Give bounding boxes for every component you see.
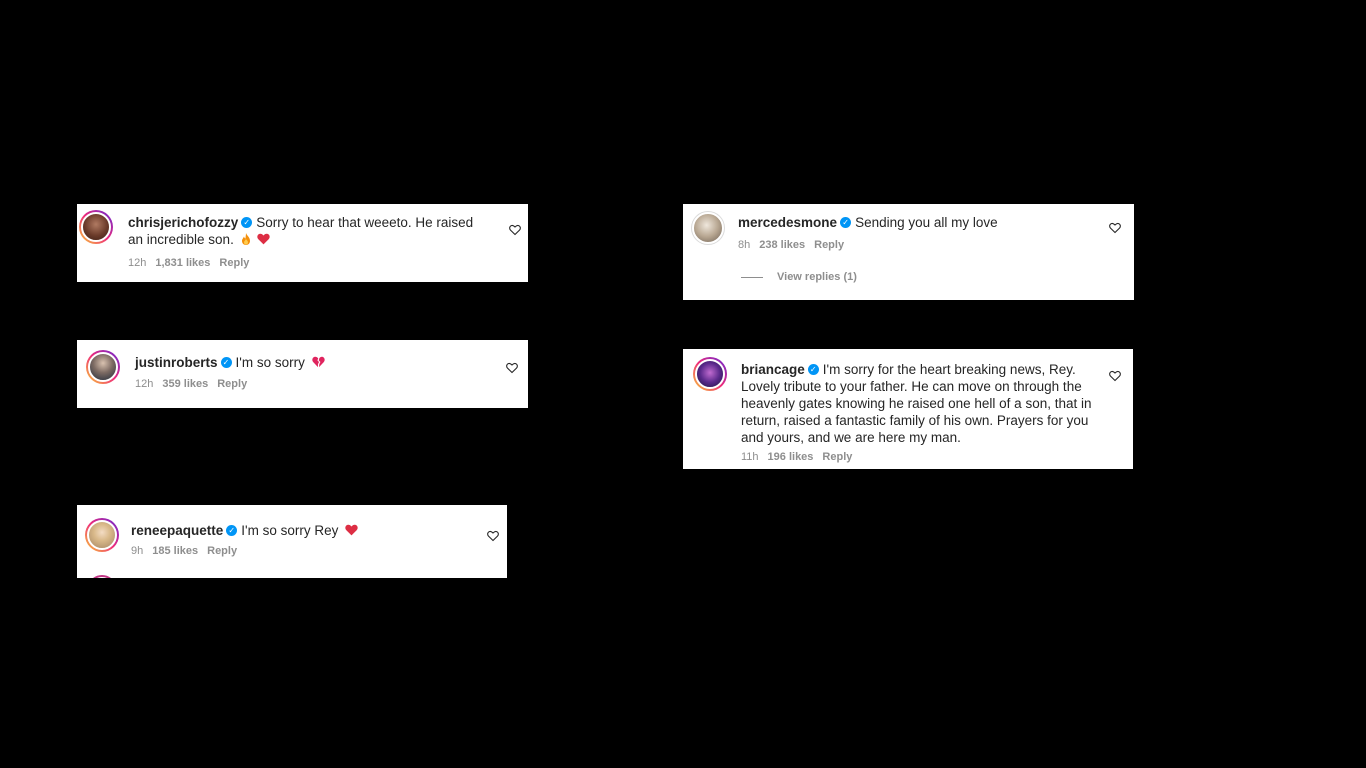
- verified-badge-icon: ✓: [220, 356, 232, 368]
- username[interactable]: reneepaquette: [131, 523, 223, 538]
- reply-button[interactable]: Reply: [814, 239, 844, 251]
- verified-badge-icon: ✓: [226, 524, 238, 536]
- comment-meta: 8h 238 likes Reply: [738, 239, 853, 251]
- comment-meta: 12h 1,831 likes Reply: [128, 257, 258, 269]
- comment-meta: 9h 185 likes Reply: [131, 545, 246, 557]
- verified-badge-icon: ✓: [840, 216, 852, 228]
- comment-card-reneepaquette: reneepaquette ✓ I'm so sorry Rey 9h 185 lik…: [77, 505, 507, 578]
- likes-count[interactable]: 185 likes: [152, 545, 198, 557]
- next-comment-avatar-partial: [87, 575, 117, 578]
- view-replies-button[interactable]: View replies (1): [741, 271, 857, 283]
- likes-count[interactable]: 1,831 likes: [155, 257, 210, 269]
- timestamp[interactable]: 12h: [128, 257, 146, 269]
- timestamp[interactable]: 8h: [738, 239, 750, 251]
- comment-card-chrisjerichofozzy: chrisjerichofozzy ✓ Sorry to hear that wee…: [77, 204, 528, 282]
- comment-body: mercedesmone ✓ Sending you all my love: [738, 214, 1098, 231]
- timestamp[interactable]: 12h: [135, 378, 153, 390]
- timestamp[interactable]: 9h: [131, 545, 143, 557]
- reply-button[interactable]: Reply: [207, 545, 237, 557]
- view-replies-label: View replies (1): [777, 271, 857, 283]
- comment-body: reneepaquette ✓ I'm so sorry Rey: [131, 522, 471, 540]
- avatar[interactable]: [86, 350, 120, 384]
- red-heart-icon: [345, 523, 358, 540]
- comment-card-mercedesmone: mercedesmone ✓ Sending you all my love 8h 2…: [683, 204, 1134, 300]
- comment-body: justinroberts ✓ I'm so sorry: [135, 354, 485, 372]
- comment-text: I'm so sorry Rey: [241, 523, 339, 538]
- username[interactable]: mercedesmone: [738, 215, 837, 230]
- reply-button[interactable]: Reply: [822, 451, 852, 463]
- comment-card-justinroberts: justinroberts ✓ I'm so sorry 12h 359 likes R…: [77, 340, 528, 408]
- comment-card-briancage: briancage ✓ I'm sorry for the heart breaki…: [683, 349, 1133, 469]
- likes-count[interactable]: 196 likes: [768, 451, 814, 463]
- comment-body: chrisjerichofozzy ✓ Sorry to hear that wee…: [128, 214, 488, 249]
- comment-meta: 12h 359 likes Reply: [135, 378, 256, 390]
- likes-count[interactable]: 238 likes: [759, 239, 805, 251]
- avatar[interactable]: [85, 518, 119, 552]
- username[interactable]: briancage: [741, 362, 805, 377]
- reply-button[interactable]: Reply: [217, 378, 247, 390]
- comment-meta: 11h 196 likes Reply: [741, 451, 861, 463]
- like-heart-icon[interactable]: [506, 361, 518, 374]
- fire-icon: [241, 232, 251, 249]
- comment-text: Sending you all my love: [855, 215, 998, 230]
- like-heart-icon[interactable]: [509, 223, 521, 236]
- reply-button[interactable]: Reply: [219, 257, 249, 269]
- like-heart-icon[interactable]: [1109, 369, 1121, 382]
- like-heart-icon[interactable]: [487, 529, 499, 542]
- username[interactable]: justinroberts: [135, 355, 218, 370]
- timestamp[interactable]: 11h: [741, 451, 759, 463]
- comment-text: I'm so sorry: [235, 355, 305, 370]
- like-heart-icon[interactable]: [1109, 221, 1121, 234]
- avatar[interactable]: [79, 210, 113, 244]
- avatar[interactable]: [693, 357, 727, 391]
- username[interactable]: chrisjerichofozzy: [128, 215, 238, 230]
- avatar[interactable]: [691, 211, 725, 245]
- likes-count[interactable]: 359 likes: [162, 378, 208, 390]
- view-replies-line: [741, 276, 763, 278]
- comment-body: briancage ✓ I'm sorry for the heart breaki…: [741, 361, 1095, 446]
- verified-badge-icon: ✓: [807, 363, 819, 375]
- red-heart-icon: [257, 232, 271, 249]
- verified-badge-icon: ✓: [241, 216, 253, 228]
- broken-heart-icon: [311, 355, 325, 372]
